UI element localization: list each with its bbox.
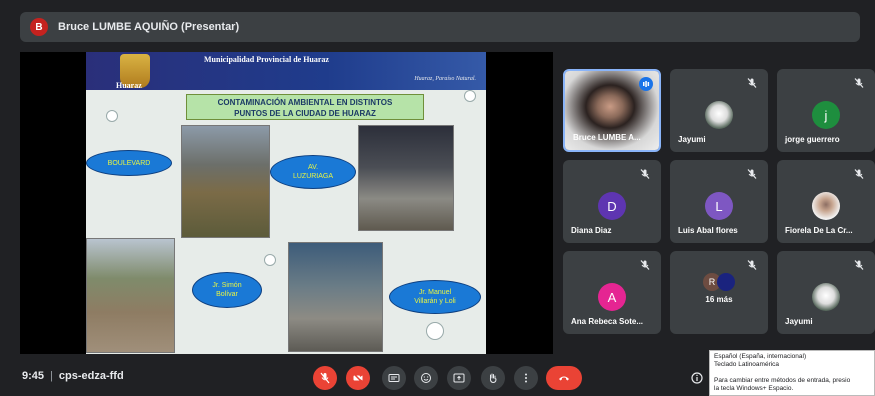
camera-toggle-button[interactable] — [346, 366, 370, 390]
mic-off-icon — [854, 78, 864, 88]
meeting-time: 9:45 — [22, 370, 45, 382]
slide-logo-text: Huaraz — [116, 81, 142, 90]
tooltip-line: Para cambiar entre métodos de entrada, p… — [714, 377, 851, 384]
shared-screen: Huaraz Municipalidad Provincial de Huara… — [20, 52, 553, 354]
divider: | — [50, 370, 53, 382]
more-participants-count: 16 más — [705, 295, 733, 304]
participant-avatar — [812, 283, 840, 311]
participant-avatar: D — [598, 192, 626, 220]
participant-name: Luis Abal flores — [678, 226, 738, 235]
camera-off-icon — [352, 372, 364, 384]
emoji-icon — [421, 373, 431, 383]
decorative-dot — [264, 254, 276, 266]
more-options-button[interactable] — [514, 366, 538, 390]
bubble-bolivar-text-1: Jr. Simón — [212, 282, 242, 289]
photo-villaran — [288, 242, 383, 352]
participant-avatar — [812, 192, 840, 220]
raise-hand-button[interactable] — [481, 366, 505, 390]
mic-off-icon — [320, 372, 330, 384]
bubble-luzuriaga-text-1: AV. — [307, 164, 319, 171]
mic-off-icon — [640, 169, 650, 179]
captions-icon — [388, 374, 400, 382]
emoji-reactions-button[interactable] — [414, 366, 438, 390]
decorative-dot — [426, 322, 444, 340]
presenter-label: Bruce LUMBE AQUIÑO (Presentar) — [58, 21, 240, 33]
mic-off-icon — [640, 260, 650, 270]
input-method-tooltip: Español (España, internacional) Teclado … — [709, 350, 875, 396]
participant-tile[interactable]: Fiorela De La Cr... — [777, 160, 875, 243]
meeting-info: 9:45 | cps-edza-ffd — [22, 370, 124, 382]
participant-tile[interactable]: Jayumi — [777, 251, 875, 334]
photo-bolivar — [86, 238, 175, 353]
present-icon — [453, 373, 465, 383]
mic-off-icon — [747, 78, 757, 88]
leave-call-button[interactable] — [546, 366, 582, 390]
tooltip-line: Teclado Latinoamérica — [714, 361, 780, 368]
photo-boulevard — [181, 125, 270, 238]
participant-name: Bruce LUMBE A... — [573, 133, 641, 142]
mic-off-icon — [747, 260, 757, 270]
more-participants-avatars: R — [703, 273, 735, 291]
slide-title-line1: CONTAMINACIÓN AMBIENTAL EN DISTINTOS — [217, 98, 393, 107]
participant-tile-presenter[interactable]: Bruce LUMBE A... — [563, 69, 661, 152]
participant-tile[interactable]: D Diana Diaz — [563, 160, 661, 243]
participant-tile[interactable]: j jorge guerrero — [777, 69, 875, 152]
participant-tile[interactable]: A Ana Rebeca Sote... — [563, 251, 661, 334]
meeting-code: cps-edza-ffd — [58, 370, 124, 382]
slide-title: CONTAMINACIÓN AMBIENTAL EN DISTINTOS PUN… — [186, 94, 424, 120]
decorative-dot — [106, 110, 118, 122]
participant-avatar: j — [812, 101, 840, 129]
bubble-luzuriaga: AV. LUZURIAGA — [270, 155, 356, 189]
captions-button[interactable] — [382, 366, 406, 390]
bubble-bolivar: Jr. Simón Bolívar — [192, 272, 262, 308]
participant-name: jorge guerrero — [785, 135, 840, 144]
participant-avatar: A — [598, 283, 626, 311]
raise-hand-icon — [489, 373, 497, 384]
presenter-bar[interactable]: B Bruce LUMBE AQUIÑO (Presentar) — [20, 12, 860, 42]
slide-tagline: Huaraz, Paraíso Natural. — [414, 76, 476, 82]
present-now-button[interactable] — [447, 366, 471, 390]
tooltip-line: Español (España, internacional) — [714, 353, 807, 360]
mic-toggle-button[interactable] — [313, 366, 337, 390]
participant-tile-more[interactable]: R 16 más — [670, 251, 768, 334]
participant-tile[interactable]: L Luis Abal flores — [670, 160, 768, 243]
photo-luzuriaga — [358, 125, 454, 231]
bubble-bolivar-text-2: Bolívar — [216, 291, 238, 298]
participant-name: Ana Rebeca Sote... — [571, 317, 644, 326]
bubble-villaran: Jr. Manuel Villarán y Loli — [389, 280, 481, 314]
bubble-boulevard: BOULEVARD — [86, 150, 172, 176]
bubble-boulevard-text: BOULEVARD — [107, 159, 151, 167]
participant-name: Jayumi — [785, 317, 813, 326]
presentation-slide: Huaraz Municipalidad Provincial de Huara… — [86, 52, 486, 354]
mic-off-icon — [854, 260, 864, 270]
participant-avatar — [705, 101, 733, 129]
bubble-luzuriaga-text-2: LUZURIAGA — [292, 173, 334, 180]
speaking-indicator-icon — [639, 77, 653, 91]
participant-name: Jayumi — [678, 135, 706, 144]
slide-org: Municipalidad Provincial de Huaraz — [204, 55, 329, 64]
bubble-villaran-text-2: Villarán y Loli — [414, 298, 456, 305]
mic-off-icon — [747, 169, 757, 179]
info-icon[interactable] — [691, 372, 703, 384]
participant-name: Diana Diaz — [571, 226, 612, 235]
tooltip-line: la tecla Windows+ Espacio. — [714, 385, 794, 392]
participant-avatar — [717, 273, 735, 291]
more-vert-icon — [525, 373, 527, 383]
presenter-avatar: B — [30, 18, 48, 36]
bubble-villaran-text-1: Jr. Manuel — [418, 289, 452, 296]
end-call-icon — [559, 376, 569, 381]
decorative-dot — [464, 90, 476, 102]
slide-title-line2: PUNTOS DE LA CIUDAD DE HUARAZ — [234, 109, 376, 118]
participant-tile[interactable]: Jayumi — [670, 69, 768, 152]
mic-off-icon — [854, 169, 864, 179]
participant-name: Fiorela De La Cr... — [785, 226, 853, 235]
participant-avatar: L — [705, 192, 733, 220]
